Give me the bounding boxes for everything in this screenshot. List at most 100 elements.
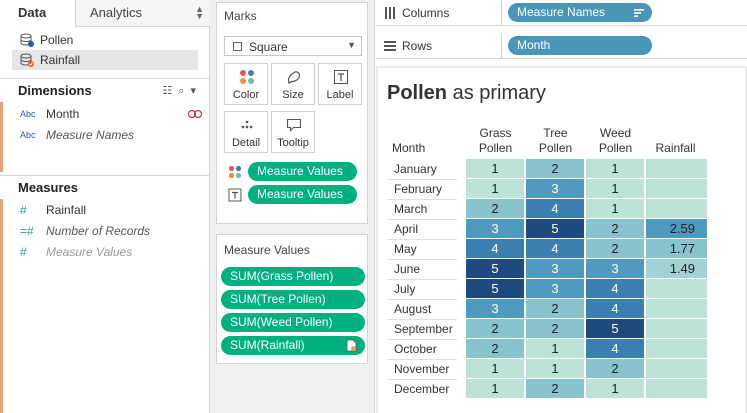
measure-pill-rainfall[interactable]: SUM(Rainfall) — [221, 336, 365, 355]
heatmap-cell[interactable]: 4 — [586, 299, 644, 318]
field-label: Measure Names — [46, 128, 135, 142]
heatmap-cell[interactable]: 2 — [586, 359, 644, 378]
columns-icon — [385, 7, 395, 19]
row-label-december: December — [394, 382, 450, 396]
mark-type-select[interactable]: Square ▼ — [224, 36, 362, 56]
heatmap-cell[interactable] — [646, 159, 707, 178]
sort-descending-icon[interactable] — [634, 8, 644, 18]
heatmap-cell[interactable]: 1 — [586, 179, 644, 198]
square-icon — [233, 42, 242, 51]
measure-pill-label: SUM(Rainfall) — [230, 338, 305, 352]
heatmap-cell[interactable] — [646, 299, 707, 318]
detail-button[interactable]: Detail — [224, 111, 268, 153]
heatmap-cell[interactable]: 2 — [466, 319, 524, 338]
heatmap-cell[interactable] — [646, 279, 707, 298]
list-view-icon[interactable]: ☷ — [162, 85, 178, 97]
row-label-september: September — [394, 322, 453, 336]
label-button[interactable]: Label — [318, 63, 362, 105]
heatmap-cell[interactable]: 2 — [586, 239, 644, 258]
number-type-icon: # — [20, 245, 27, 259]
heatmap-cell[interactable]: 3 — [466, 299, 524, 318]
heatmap-cell[interactable]: 1 — [586, 159, 644, 178]
minimize-arrows-icon[interactable]: ▲ ▼ — [195, 5, 204, 21]
heatmap-cell[interactable]: 5 — [466, 259, 524, 278]
heatmap-cell[interactable]: 1 — [586, 199, 644, 218]
heatmap-cell[interactable]: 4 — [526, 199, 584, 218]
heatmap-cell[interactable]: 2 — [526, 159, 584, 178]
heatmap-cell[interactable]: 1 — [526, 359, 584, 378]
dimensions-title: Dimensions — [18, 83, 92, 98]
heatmap-cell[interactable]: 4 — [466, 239, 524, 258]
heatmap-cell[interactable]: 4 — [586, 339, 644, 358]
color-button[interactable]: Color — [224, 63, 268, 105]
measure-rainfall[interactable]: # Rainfall — [18, 200, 206, 220]
rows-month-pill[interactable]: Month — [508, 36, 652, 55]
data-source-pollen[interactable]: Pollen — [12, 30, 198, 50]
heatmap-view[interactable]: Pollen as primary Month Grass Pollen Tree P… — [378, 68, 745, 413]
heatmap-cell[interactable]: 4 — [586, 279, 644, 298]
measure-pill-grass-pollen[interactable]: SUM(Grass Pollen) — [221, 267, 365, 286]
heatmap-cell[interactable]: 1 — [466, 159, 524, 178]
heatmap-cell[interactable] — [646, 199, 707, 218]
dimension-month[interactable]: Abc Month — [18, 104, 206, 124]
detail-dots-icon — [241, 120, 253, 129]
heatmap-cell[interactable]: 5 — [466, 279, 524, 298]
heatmap-cell[interactable]: 1 — [526, 339, 584, 358]
heatmap-cell[interactable] — [646, 319, 707, 338]
size-button[interactable]: Size — [271, 63, 315, 105]
measure-number-of-records[interactable]: =# Number of Records — [18, 221, 206, 241]
dimensions-header: Dimensions ☷⌕▾ — [0, 78, 210, 102]
heatmap-cell[interactable]: 3 — [586, 259, 644, 278]
field-label: Rainfall — [46, 203, 87, 217]
search-icon[interactable]: ⌕ — [178, 85, 190, 97]
tab-data[interactable]: Data — [0, 0, 76, 28]
color-measure-values-pill[interactable]: Measure Values — [248, 162, 357, 181]
heatmap-cell[interactable]: 1.77 — [646, 239, 707, 258]
row-label-july: July — [394, 282, 416, 296]
marks-pane: Marks Square ▼ Color Size Label Detail T… — [210, 0, 375, 413]
mark-type-label: Square — [249, 40, 288, 54]
row-label-august: August — [394, 302, 432, 316]
heatmap-cell[interactable] — [646, 379, 707, 398]
heatmap-cell[interactable]: 3 — [526, 179, 584, 198]
data-source-label: Rainfall — [40, 53, 81, 67]
heatmap-cell[interactable]: 1 — [466, 379, 524, 398]
heatmap-cell[interactable]: 1 — [466, 179, 524, 198]
row-label-february: February — [394, 182, 443, 196]
heatmap-cell[interactable]: 3 — [526, 279, 584, 298]
pill-label: Month — [517, 38, 551, 52]
heatmap-cell[interactable] — [646, 359, 707, 378]
label-button-label: Label — [326, 89, 354, 101]
tooltip-button[interactable]: Tooltip — [271, 111, 315, 153]
heatmap-cell[interactable] — [646, 179, 707, 198]
heatmap-cell[interactable]: 2 — [466, 339, 524, 358]
heatmap-cell[interactable]: 3 — [466, 219, 524, 238]
heatmap-cell[interactable]: 2 — [526, 379, 584, 398]
heatmap-cell[interactable]: 2.59 — [646, 219, 707, 238]
measure-measure-values[interactable]: # Measure Values — [18, 242, 206, 262]
heatmap-cell[interactable]: 1 — [466, 359, 524, 378]
measure-pill-tree-pollen[interactable]: SUM(Tree Pollen) — [221, 290, 365, 309]
tab-analytics[interactable]: Analytics ▲ ▼ — [76, 0, 210, 27]
heatmap-cell[interactable]: 1.49 — [646, 259, 707, 278]
label-measure-values-pill[interactable]: Measure Values — [248, 185, 357, 204]
dimension-measure-names[interactable]: Abc Measure Names — [18, 125, 206, 145]
measure-pill-weed-pollen[interactable]: SUM(Weed Pollen) — [221, 313, 365, 332]
dimensions-accent-bar — [0, 102, 3, 172]
columns-measure-names-pill[interactable]: Measure Names — [508, 3, 652, 22]
heatmap-cell[interactable]: 2 — [526, 299, 584, 318]
data-source-rainfall[interactable]: Rainfall — [12, 50, 198, 70]
measures-title: Measures — [18, 180, 78, 195]
heatmap-cell[interactable]: 4 — [526, 239, 584, 258]
chevron-down-icon[interactable]: ▾ — [190, 85, 202, 97]
data-pane-tabs: Data Analytics ▲ ▼ — [0, 0, 210, 28]
heatmap-cell[interactable]: 2 — [466, 199, 524, 218]
heatmap-cell[interactable]: 5 — [526, 219, 584, 238]
heatmap-cell[interactable]: 1 — [586, 379, 644, 398]
heatmap-cell[interactable]: 2 — [526, 319, 584, 338]
heatmap-cell[interactable]: 5 — [586, 319, 644, 338]
link-icon — [188, 110, 202, 118]
heatmap-cell[interactable]: 3 — [526, 259, 584, 278]
heatmap-cell[interactable]: 2 — [586, 219, 644, 238]
heatmap-cell[interactable] — [646, 339, 707, 358]
